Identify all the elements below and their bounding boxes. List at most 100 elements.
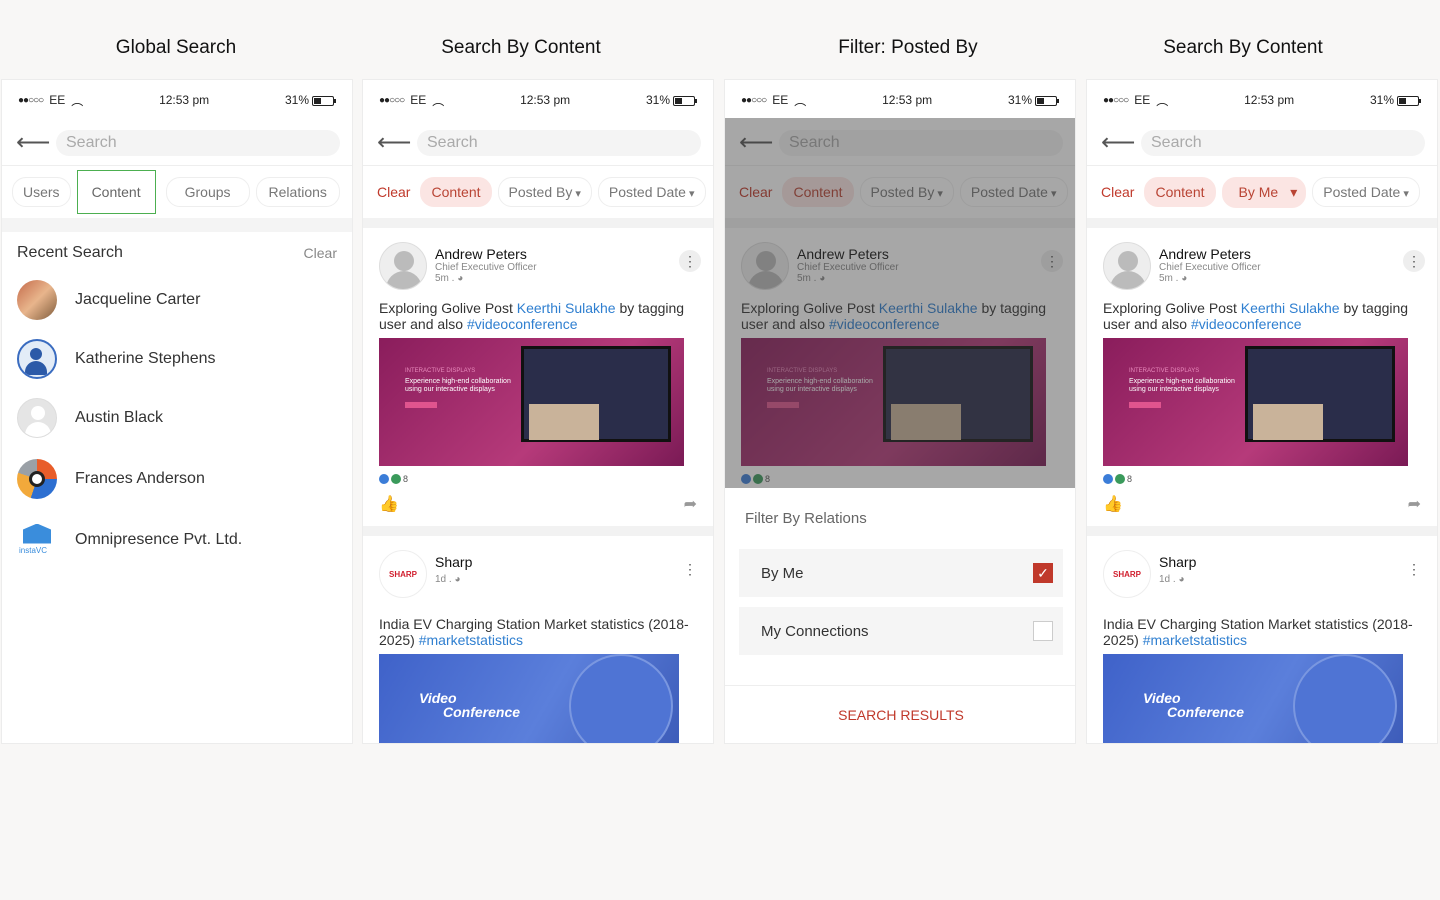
clock: 12:53 pm — [159, 93, 210, 107]
tab-relations[interactable]: Relations — [255, 177, 340, 207]
tab-content[interactable]: Content — [76, 170, 156, 214]
banner-text: Experience high-end collaboration using … — [405, 378, 511, 393]
search-bar: ⟵ Search — [363, 120, 713, 166]
clear-filters-button[interactable]: Clear — [1097, 178, 1138, 206]
column-title-search-by-content-2: Search By Content — [1163, 37, 1323, 58]
checkbox-icon[interactable] — [1033, 621, 1053, 641]
divider — [363, 218, 713, 228]
clear-filters-button[interactable]: Clear — [373, 178, 414, 206]
clock: 12:53 pm — [882, 93, 933, 107]
wifi-icon: ︵ — [432, 93, 445, 108]
more-options-icon[interactable]: ⋮ — [1403, 250, 1425, 272]
carrier: EE — [49, 93, 66, 107]
posted-date-dropdown[interactable]: Posted Date — [597, 177, 706, 207]
clock: 12:53 pm — [520, 93, 571, 107]
globe-icon: ◕ — [454, 574, 461, 585]
search-results-button[interactable]: SEARCH RESULTS — [725, 685, 1075, 743]
chevron-down-icon: ▾ — [1290, 183, 1298, 200]
share-icon[interactable]: ➦ — [684, 494, 697, 514]
post-author[interactable]: Sharp — [1159, 554, 1196, 570]
mention-link[interactable]: Keerthi Sulakhe — [1241, 300, 1340, 316]
avatar — [379, 242, 427, 290]
checkbox-checked-icon[interactable]: ✓ — [1033, 563, 1053, 583]
post-image[interactable]: INTERACTIVE DISPLAYS Experience high-end… — [379, 338, 684, 466]
clear-recent-button[interactable]: Clear — [304, 245, 337, 261]
tab-groups[interactable]: Groups — [165, 177, 250, 207]
post-time: 5m . — [1159, 273, 1179, 284]
wifi-icon: ︵ — [71, 93, 84, 108]
avatar — [17, 338, 57, 379]
search-bar: ⟵ Search — [1087, 120, 1437, 166]
filter-bar: Clear Content Posted By Posted Date — [363, 166, 713, 218]
back-arrow-icon[interactable]: ⟵ — [16, 128, 50, 157]
back-arrow-icon[interactable]: ⟵ — [1101, 128, 1135, 157]
sharp-logo: SHARP — [379, 550, 427, 598]
post-image[interactable]: INTERACTIVE DISPLAYS Experience high-end… — [1103, 338, 1408, 466]
post-card: Andrew Peters Chief Executive Officer 5m… — [1087, 228, 1437, 526]
carrier: EE — [410, 93, 427, 107]
recent-item[interactable]: Frances Anderson — [2, 447, 352, 510]
battery-percent: 31% — [645, 93, 670, 107]
instavc-logo-text: instaVC — [19, 545, 48, 555]
hashtag-link[interactable]: #videoconference — [467, 316, 578, 332]
phone-search-by-content-filtered: ●●○○○ EE ︵ 12:53 pm 31% ⟵ Search Clear Con… — [1086, 79, 1438, 744]
battery-icon — [1397, 95, 1421, 106]
banner-heading: INTERACTIVE DISPLAYS — [1129, 368, 1200, 374]
recent-item[interactable]: Katherine Stephens — [2, 329, 352, 388]
signal-icon: ●●○○○ — [1103, 94, 1129, 106]
search-input[interactable]: Search — [1141, 129, 1425, 156]
post-image[interactable]: Video Conference — [379, 654, 679, 743]
avatar — [17, 397, 57, 438]
post-author[interactable]: Sharp — [435, 554, 472, 570]
content-chip[interactable]: Content — [420, 177, 492, 207]
phone-search-by-content: ●●○○○ EE ︵ 12:53 pm 31% ⟵ Search Clear Con… — [362, 79, 714, 744]
status-bar: ●●○○○ EE ︵ 12:53 pm 31% — [363, 80, 713, 120]
search-tabs: Users Content Groups Relations — [2, 166, 352, 218]
wifi-icon: ︵ — [1156, 93, 1169, 108]
search-bar: ⟵ Search — [2, 120, 352, 166]
search-input[interactable]: Search — [417, 129, 701, 156]
sheet-title: Filter By Relations — [745, 510, 867, 527]
mention-link[interactable]: Keerthi Sulakhe — [517, 300, 616, 316]
reaction-summary[interactable]: 8 — [379, 474, 697, 484]
recent-item[interactable]: Austin Black — [2, 388, 352, 447]
more-options-icon[interactable]: ⋮ — [679, 558, 701, 580]
option-by-me[interactable]: By Me ✓ — [739, 549, 1063, 597]
divider — [363, 526, 713, 536]
posted-date-dropdown[interactable]: Posted Date — [1312, 177, 1420, 207]
option-my-connections[interactable]: My Connections — [739, 607, 1063, 655]
post-author[interactable]: Andrew Peters — [435, 246, 537, 262]
post-card: Andrew Peters Chief Executive Officer 5m… — [363, 228, 713, 526]
like-icon[interactable]: 👍 — [1103, 494, 1123, 514]
recent-search-header: Recent Search Clear — [2, 232, 352, 262]
status-bar: ●●○○○ EE ︵ 12:53 pm 31% — [2, 80, 352, 120]
more-options-icon[interactable]: ⋮ — [679, 250, 701, 272]
sharp-logo: SHARP — [1103, 550, 1151, 598]
search-input[interactable]: Search — [56, 129, 340, 156]
post-author[interactable]: Andrew Peters — [1159, 246, 1261, 262]
back-arrow-icon[interactable]: ⟵ — [377, 128, 411, 157]
like-icon[interactable]: 👍 — [379, 494, 399, 514]
recent-item-name: Katherine Stephens — [75, 349, 216, 367]
recent-item[interactable]: Jacqueline Carter — [2, 270, 352, 329]
status-bar: ●●○○○ EE ︵ 12:53 pm 31% — [1087, 80, 1437, 120]
tab-users[interactable]: Users — [12, 177, 71, 207]
by-me-dropdown[interactable]: By Me ▾ — [1221, 176, 1307, 208]
share-icon[interactable]: ➦ — [1408, 494, 1421, 514]
content-chip[interactable]: Content — [1144, 177, 1216, 207]
carrier: EE — [772, 93, 789, 107]
recent-item[interactable]: instaVC Omnipresence Pvt. Ltd. — [2, 510, 352, 569]
modal-overlay[interactable] — [725, 118, 1075, 488]
battery-percent: 31% — [284, 93, 309, 107]
battery-icon — [673, 95, 697, 106]
reaction-summary[interactable]: 8 — [1103, 474, 1421, 484]
signal-icon: ●●○○○ — [379, 94, 405, 106]
hashtag-link[interactable]: #videoconference — [1191, 316, 1302, 332]
post-text: India EV Charging Station Market statist… — [1103, 616, 1413, 648]
post-text: Exploring Golive Post Keerthi Sulakhe by… — [1103, 300, 1409, 332]
more-options-icon[interactable]: ⋮ — [1403, 558, 1425, 580]
post-image[interactable]: Video Conference — [1103, 654, 1403, 743]
hashtag-link[interactable]: #marketstatistics — [1143, 632, 1247, 648]
hashtag-link[interactable]: #marketstatistics — [419, 632, 523, 648]
posted-by-dropdown[interactable]: Posted By — [497, 177, 592, 207]
